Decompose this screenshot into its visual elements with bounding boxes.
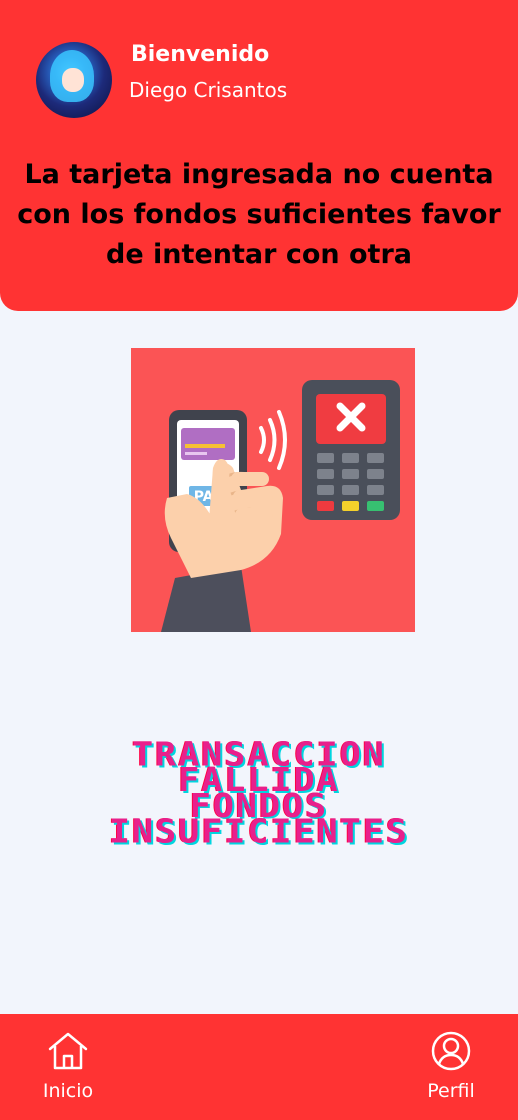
nav-home[interactable]: Inicio	[23, 1030, 113, 1102]
bottom-navigation: Inicio Perfil	[0, 1014, 518, 1120]
nav-profile[interactable]: Perfil	[406, 1030, 496, 1102]
nav-home-label: Inicio	[42, 1080, 94, 1102]
nav-profile-label: Perfil	[427, 1080, 475, 1102]
user-circle-icon	[431, 1031, 471, 1071]
avatar[interactable]	[36, 42, 112, 118]
status-line: INSUFICIENTES	[109, 813, 409, 851]
welcome-title: Bienvenido	[131, 42, 270, 67]
user-name: Diego Crisantos	[129, 78, 288, 102]
error-message: La tarjeta ingresada no cuenta con los f…	[17, 159, 501, 270]
home-icon	[48, 1032, 88, 1070]
transaction-failed-message: TRANSACCION FALLIDA FONDOS INSUFICIENTES	[0, 738, 518, 851]
header: Bienvenido Diego Crisantos La tarjeta in…	[0, 0, 518, 311]
payment-declined-illustration: PAY	[131, 348, 415, 632]
